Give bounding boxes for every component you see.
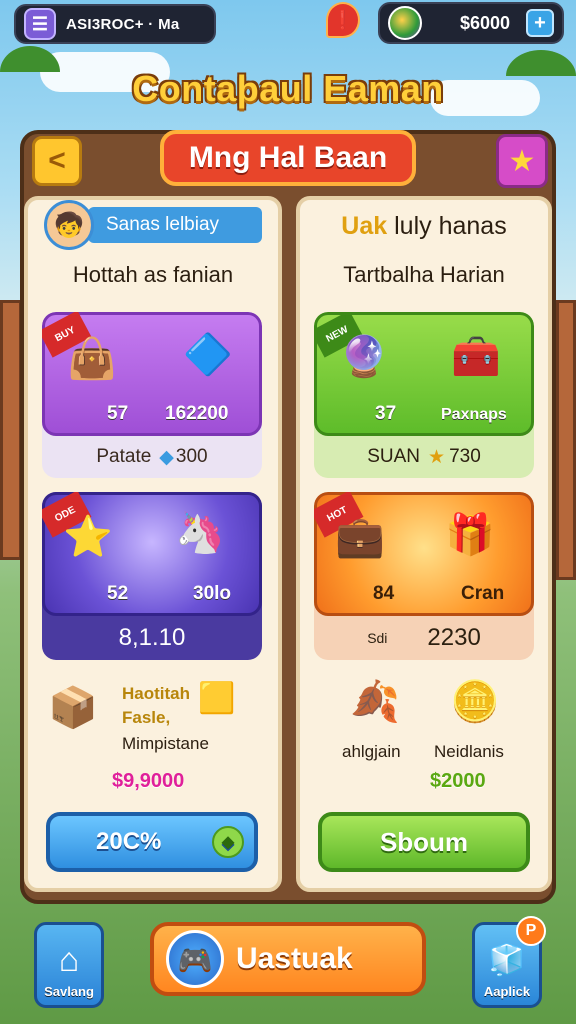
box-icon: 🧊 (488, 944, 526, 977)
reward-price: $9,9000 (112, 770, 185, 792)
item-value: 30lo (193, 583, 232, 604)
nav-main-label: Uastuak (236, 942, 353, 975)
spirit-creature-icon: 🦄 (175, 511, 225, 555)
offer-footer-label: Patate (96, 446, 152, 467)
shop-ribbon: Mng Hal Baan (160, 130, 416, 186)
gamepad-icon: 🎮 (166, 930, 224, 988)
right-header-text: luly hanas (394, 212, 507, 240)
favorite-button[interactable]: ★ (496, 134, 548, 188)
coin-icon: ★ (428, 446, 446, 468)
reward-line-3: Mimpistane (122, 734, 209, 753)
gold-coin-icon: 🪙 (450, 680, 500, 724)
notification-icon: ❗ (331, 9, 355, 30)
reward-left-label: ahlgjain (342, 742, 401, 761)
nav-right-badge: P (516, 916, 546, 946)
confirm-icon: ◆ (212, 826, 244, 858)
player-tag[interactable]: 🧒 Sanas lelbiay (44, 200, 262, 250)
offer-footer-label: Sdi (367, 630, 388, 646)
nav-home-button[interactable]: ⌂ Savlang (34, 922, 104, 1008)
back-button[interactable]: < (32, 136, 82, 186)
star-crystal-icon: ⭐ (63, 515, 113, 559)
player-name: Sanas lelbiay (106, 214, 220, 235)
offer-footer-value: 730 (449, 446, 481, 467)
reward-price: $2000 (430, 770, 486, 792)
treasure-bag-icon: 👜 (67, 337, 117, 381)
offer-card-purple[interactable]: BUY 👜 🔷 57 162200 Patate ◆ 300 (42, 312, 262, 478)
chest-icon: 🧰 (451, 335, 501, 379)
reward-bundle-left[interactable]: 📦 🟨 Haotitah Fasle, Mimpistane $9,9000 (42, 674, 264, 798)
notification-button[interactable]: ❗ (326, 2, 360, 38)
star-icon: ★ (508, 144, 536, 178)
menu-button[interactable]: ☰ (24, 8, 56, 40)
purchase-label: 20C% (96, 828, 162, 855)
item-count: 57 (107, 403, 129, 424)
background-house (556, 300, 576, 580)
nav-right-label: Aaplick (483, 984, 531, 999)
gem-icon: ◆ (159, 446, 174, 468)
offer-footer-value: 8,1.10 (118, 624, 186, 651)
orb-icon: 🔮 (339, 335, 389, 379)
golden-leaf-icon: 🍂 (350, 680, 400, 724)
item-count: 84 (373, 583, 395, 604)
add-coins-button[interactable]: + (526, 9, 554, 37)
purchase-button-left[interactable]: 20C% ◆ (46, 812, 258, 872)
offer-footer-label: SUAN (367, 446, 421, 467)
right-subtitle: Tartbalha Harian (343, 262, 505, 287)
coin-balance: $6000 (459, 12, 510, 33)
gift-box-icon: 🎁 (445, 513, 495, 557)
bag-icon: 💼 (335, 515, 385, 559)
item-value: Paxnaps (441, 406, 507, 423)
reward-right-label: Neidlanis (434, 742, 504, 761)
offer-card-violet[interactable]: ODE ⭐ 🦄 52 30lo 8,1.10 (42, 492, 262, 660)
nav-home-label: Savlang (44, 984, 94, 999)
menu-icon: ☰ (31, 13, 49, 34)
offer-footer-value: 2230 (427, 624, 481, 651)
home-icon: ⌂ (58, 941, 80, 979)
gift-chest-icon: 📦 (48, 686, 98, 730)
gold-bar-icon: 🟨 (198, 682, 236, 715)
nav-main-button[interactable]: 🎮 Uastuak (150, 922, 426, 996)
account-bar: ☰ ASI3ROC+ · Ma (14, 4, 216, 44)
crystal-cone-icon: 🔷 (183, 333, 233, 377)
reward-line-2: Fasle, (122, 708, 171, 727)
page-title: Contaþaul Eaman (132, 68, 444, 109)
item-value: Cran (461, 583, 505, 604)
offer-card-orange[interactable]: HOT 💼 🎁 84 Cran Sdi 2230 (314, 492, 534, 660)
offer-card-green[interactable]: NEW 🔮 🧰 37 Paxnaps SUAN ★ 730 (314, 312, 534, 478)
right-header-highlight: Uak (341, 212, 388, 240)
reward-line-1: Haotitah (122, 684, 190, 703)
item-value: 162200 (165, 403, 229, 424)
purchase-button-right[interactable]: Sboum (318, 812, 530, 872)
item-count: 37 (375, 403, 397, 424)
account-label: ASI3ROC+ · Ma (66, 15, 180, 33)
reward-bundle-right[interactable]: 🍂 🪙 ahlgjain Neidlanis $2000 (314, 674, 536, 798)
item-count: 52 (107, 583, 129, 604)
currency-bar: $6000 + (378, 2, 564, 44)
avatar[interactable] (388, 6, 422, 40)
background-house (0, 300, 22, 560)
offer-footer-value: 300 (175, 446, 208, 467)
right-header: Uak luly hanas (298, 212, 550, 241)
left-subtitle: Hottah as fanian (72, 262, 234, 287)
player-avatar: 🧒 (44, 200, 94, 250)
